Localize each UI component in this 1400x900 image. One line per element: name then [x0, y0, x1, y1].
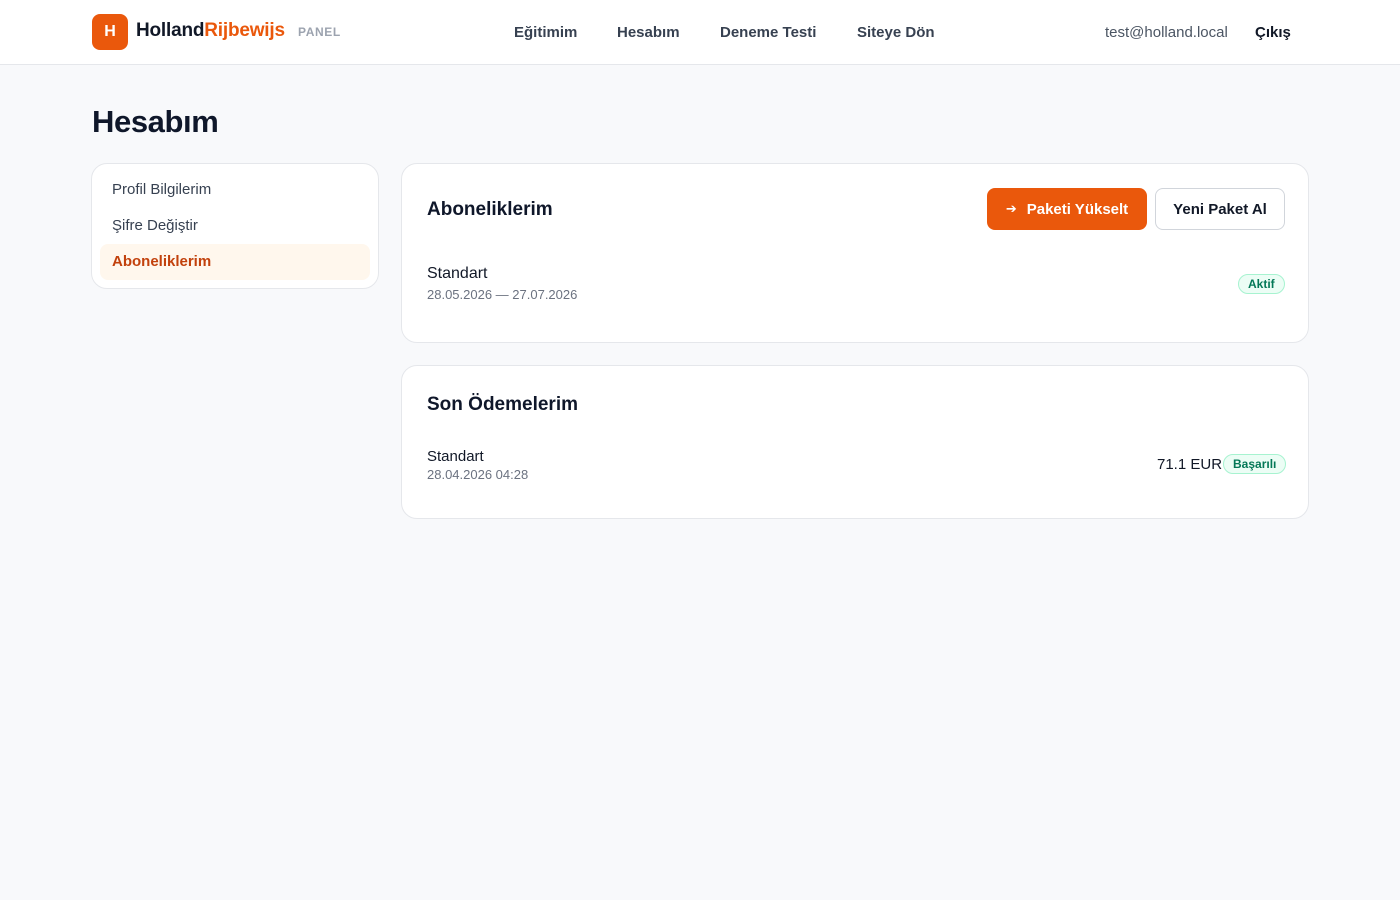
sidebar-item-aboneliklerim[interactable]: Aboneliklerim: [100, 244, 370, 280]
page-title: Hesabım: [92, 104, 219, 139]
payment-name: Standart: [427, 448, 484, 465]
sidebar-item-sifre[interactable]: Şifre Değiştir: [100, 208, 370, 244]
brand-name[interactable]: HollandRijbewijs: [136, 20, 285, 42]
nav-link-siteye-don[interactable]: Siteye Dön: [857, 24, 935, 41]
subscription-name: Standart: [427, 265, 488, 282]
panel-tag: PANEL: [298, 25, 341, 39]
user-email: test@holland.local: [1105, 24, 1228, 41]
new-package-button[interactable]: Yeni Paket Al: [1155, 188, 1285, 230]
nav-link-deneme-testi[interactable]: Deneme Testi: [720, 24, 816, 41]
upgrade-package-label: Paketi Yükselt: [1026, 200, 1129, 218]
subscriptions-title: Aboneliklerim: [427, 199, 553, 220]
nav-link-egitimim[interactable]: Eğitimim: [514, 24, 577, 41]
arrow-right-icon: ➔: [1005, 201, 1017, 216]
top-navbar: H HollandRijbewijs PANEL Eğitimim Hesabı…: [0, 0, 1400, 65]
brand-name-part2: Rijbewijs: [204, 20, 285, 41]
payments-card: Son Ödemelerim Standart 28.04.2026 04:28…: [401, 365, 1309, 519]
account-sidebar: Profil Bilgilerim Şifre Değiştir Aboneli…: [91, 163, 379, 289]
upgrade-package-button[interactable]: ➔ Paketi Yükselt: [987, 188, 1147, 230]
brand-name-part1: Holland: [136, 20, 205, 41]
subscription-period: 28.05.2026 — 27.07.2026: [427, 287, 578, 302]
payment-status-badge: Başarılı: [1223, 454, 1287, 474]
logo-icon[interactable]: H: [92, 14, 128, 50]
status-badge: Aktif: [1238, 274, 1285, 294]
nav-link-hesabim[interactable]: Hesabım: [617, 24, 680, 41]
payment-datetime: 28.04.2026 04:28: [427, 467, 529, 482]
subscriptions-card: Aboneliklerim ➔ Paketi Yükselt Yeni Pake…: [401, 163, 1309, 343]
logout-link[interactable]: Çıkış: [1255, 24, 1291, 41]
payments-title: Son Ödemelerim: [427, 394, 578, 415]
sidebar-item-profil[interactable]: Profil Bilgilerim: [100, 172, 370, 208]
payment-amount: 71.1 EUR: [1157, 456, 1223, 473]
